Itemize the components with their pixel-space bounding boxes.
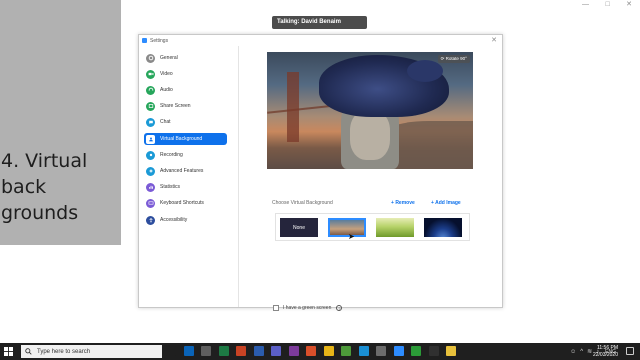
keyboard-icon (146, 198, 155, 208)
people-icon[interactable]: ☺ (570, 349, 576, 355)
camtasia-icon[interactable] (341, 346, 351, 356)
sidebar-item-accessibility[interactable]: Accessibility (144, 214, 227, 226)
chat-bubble-icon (146, 117, 155, 127)
record-icon (146, 150, 155, 160)
sidebar-item-advanced-features[interactable]: Advanced Features (144, 165, 227, 177)
zoom-icon[interactable] (393, 346, 404, 356)
green-screen-label: I have a green screen (283, 305, 332, 311)
windows-taskbar: Type here to search ☺ ^ ≋ ♪ ENG 11:56 PM… (0, 343, 640, 360)
rotate-button[interactable]: ⟳ Rotate 90° (437, 55, 470, 63)
green-app-icon[interactable] (411, 346, 421, 356)
person-background-icon (146, 134, 155, 144)
search-placeholder: Type here to search (37, 348, 91, 355)
chrome-icon[interactable] (323, 346, 334, 356)
close-icon[interactable]: ✕ (626, 0, 632, 10)
settings-sidebar: General Video Audio Share Screen Chat Vi… (139, 46, 239, 307)
bar-stats-icon (146, 182, 155, 192)
slide-title-line: back (1, 176, 47, 198)
sidebar-item-general[interactable]: General (144, 52, 227, 64)
window-title: Settings (150, 37, 169, 44)
maximize-icon[interactable]: □ (605, 0, 609, 10)
sidebar-item-share-screen[interactable]: Share Screen (144, 100, 227, 112)
excel-icon[interactable] (218, 346, 229, 356)
windows-start-icon[interactable] (4, 347, 13, 356)
clock-date: 22/03/2020 (592, 351, 618, 358)
teams-icon[interactable] (271, 346, 281, 356)
edge-icon[interactable] (358, 346, 369, 356)
add-image-label: Add Image (435, 200, 461, 206)
background-thumb-grass[interactable] (376, 218, 414, 237)
sidebar-item-audio[interactable]: Audio (144, 84, 227, 96)
sidebar-item-label: Virtual Background (160, 136, 203, 142)
remove-label: Remove (395, 200, 415, 206)
clock-time: 11:56 PM (596, 345, 618, 351)
taskbar-apps (166, 346, 464, 357)
virtual-background-panel: ⟳ Rotate 90° Choose Virtual Background +… (240, 46, 502, 311)
choose-background-row: Choose Virtual Background + Remove + Add… (272, 200, 466, 208)
green-screen-checkbox[interactable] (273, 305, 279, 311)
mouse-cursor-icon: ➤ (348, 232, 355, 241)
talking-indicator: Talking: David Benaim (272, 16, 367, 29)
taskbar-search[interactable]: Type here to search (21, 345, 162, 358)
taskbar-clock[interactable]: 11:56 PM 22/03/2020 (593, 345, 618, 358)
background-thumb-earth-space[interactable] (424, 218, 462, 237)
window-close-icon[interactable]: ✕ (491, 36, 497, 45)
notifications-icon[interactable] (626, 347, 634, 355)
sidebar-item-recording[interactable]: Recording (144, 149, 227, 161)
outlook-icon[interactable] (183, 346, 194, 356)
sidebar-item-chat[interactable]: Chat (144, 116, 227, 128)
onenote-icon[interactable] (288, 346, 299, 356)
choose-background-label: Choose Virtual Background (272, 200, 333, 206)
sidebar-item-label: General (160, 55, 178, 61)
thumb-none-label: None (293, 224, 305, 231)
camera-preview: ⟳ Rotate 90° (267, 52, 473, 169)
settings-icon[interactable] (376, 346, 386, 356)
accessibility-icon (146, 215, 155, 225)
window-titlebar[interactable]: Settings ✕ (139, 35, 502, 46)
sparkle-icon (146, 166, 155, 176)
background-thumbnail-tray: None ➤ (275, 213, 470, 241)
sidebar-item-label: Audio (160, 87, 173, 93)
share-screen-icon (146, 101, 155, 111)
sidebar-item-label: Chat (160, 119, 171, 125)
slide-title: 4. Virtual back grounds (1, 148, 119, 226)
sidebar-item-label: Statistics (160, 184, 181, 190)
minimize-icon[interactable]: — (582, 0, 589, 10)
slide-title-line: grounds (1, 202, 79, 224)
snagit-icon[interactable] (306, 346, 316, 356)
rotate-label: Rotate 90° (445, 56, 467, 61)
sidebar-item-label: Share Screen (160, 103, 191, 109)
sidebar-item-label: Recording (160, 152, 183, 158)
zoom-app-icon (142, 38, 147, 43)
sidebar-item-label: Video (160, 71, 173, 77)
sidebar-item-label: Accessibility (160, 217, 188, 223)
terminal-icon[interactable] (428, 346, 439, 356)
add-image-button[interactable]: + Add Image (431, 200, 461, 206)
chevron-up-icon[interactable]: ^ (580, 349, 583, 355)
background-thumb-none[interactable]: None (280, 218, 318, 237)
green-screen-row: I have a green screen ? (273, 305, 343, 311)
remove-button[interactable]: + Remove (391, 200, 415, 206)
file-explorer-icon[interactable] (446, 346, 456, 356)
sidebar-item-video[interactable]: Video (144, 68, 227, 80)
cortana-icon[interactable] (166, 346, 176, 356)
sidebar-item-keyboard-shortcuts[interactable]: Keyboard Shortcuts (144, 197, 227, 209)
background-thumb-golden-gate[interactable] (328, 218, 366, 237)
slide-title-line: 4. Virtual (1, 150, 88, 172)
gear-icon (146, 53, 155, 63)
sidebar-item-virtual-background[interactable]: Virtual Background (144, 133, 227, 145)
headphones-icon (146, 85, 155, 95)
settings-window: Settings ✕ General Video Audio Share Scr… (138, 34, 503, 311)
help-icon[interactable]: ? (336, 305, 343, 311)
share-window-controls: — □ ✕ (574, 0, 640, 10)
wifi-icon[interactable]: ≋ (587, 348, 592, 355)
word-icon[interactable] (253, 346, 264, 356)
task-view-icon[interactable] (201, 346, 211, 356)
powerpoint-icon[interactable] (236, 346, 246, 356)
video-camera-icon (146, 69, 155, 79)
sidebar-item-label: Keyboard Shortcuts (160, 200, 204, 206)
sidebar-item-statistics[interactable]: Statistics (144, 181, 227, 193)
sidebar-item-label: Advanced Features (160, 168, 204, 174)
search-icon (25, 348, 32, 355)
